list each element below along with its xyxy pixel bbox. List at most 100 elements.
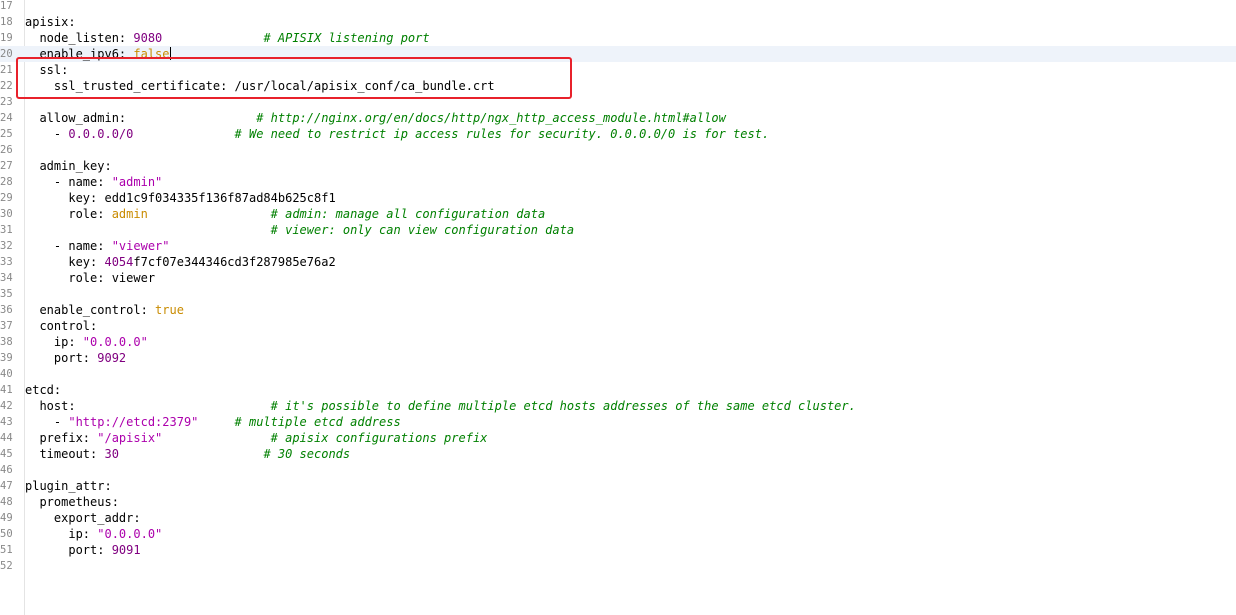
code-line-17[interactable]: 17 (0, 0, 1236, 14)
string-token: "0.0.0.0" (82, 335, 148, 349)
line-number: 48 (0, 496, 13, 508)
code-line-51[interactable]: 51 port: 9091 (0, 542, 1236, 558)
line-content: apisix: (25, 14, 76, 30)
yaml-key-token: port: (25, 543, 112, 557)
comment-token: # apisix configurations prefix (270, 431, 488, 445)
line-content: export_addr: (25, 510, 141, 526)
code-line-22[interactable]: 22 ssl_trusted_certificate: /usr/local/a… (0, 78, 1236, 94)
line-content: ssl: (25, 62, 68, 78)
code-line-23[interactable]: 23 (0, 94, 1236, 110)
code-line-36[interactable]: 36 enable_control: true (0, 302, 1236, 318)
code-line-21[interactable]: 21 ssl: (0, 62, 1236, 78)
code-line-47[interactable]: 47 plugin_attr: (0, 478, 1236, 494)
code-line-38[interactable]: 38 ip: "0.0.0.0" (0, 334, 1236, 350)
line-content: - name: "viewer" (25, 238, 170, 254)
comment-token: # http://nginx.org/en/docs/http/ngx_http… (256, 111, 726, 125)
code-line-29[interactable]: 29 key: edd1c9f034335f136f87ad84b625c8f1 (0, 190, 1236, 206)
line-content: timeout: 30 # 30 seconds (25, 446, 350, 462)
line-number: 25 (0, 128, 13, 140)
yaml-key-token: plugin_attr: (25, 479, 112, 493)
number-token: 30 (104, 447, 119, 461)
code-line-39[interactable]: 39 port: 9092 (0, 350, 1236, 366)
code-line-41[interactable]: 41 etcd: (0, 382, 1236, 398)
string-token: "http://etcd:2379" (68, 415, 199, 429)
line-content: key: 4054f7cf07e344346cd3f287985e76a2 (25, 254, 336, 270)
line-number: 39 (0, 352, 13, 364)
line-number: 42 (0, 400, 13, 412)
line-content: # viewer: only can view configuration da… (25, 222, 574, 238)
line-number: 28 (0, 176, 13, 188)
code-line-45[interactable]: 45 timeout: 30 # 30 seconds (0, 446, 1236, 462)
line-number: 22 (0, 80, 13, 92)
code-line-48[interactable]: 48 prometheus: (0, 494, 1236, 510)
line-number: 52 (0, 560, 13, 572)
yaml-key-token: role: (25, 271, 112, 285)
yaml-key-token: port: (25, 351, 98, 365)
code-line-31[interactable]: 31 # viewer: only can view configuration… (0, 222, 1236, 238)
line-number: 30 (0, 208, 13, 220)
code-line-46[interactable]: 46 (0, 462, 1236, 478)
line-content: host: # it's possible to define multiple… (25, 398, 855, 414)
number-token: 9091 (111, 543, 141, 557)
code-editor[interactable]: 17 18 apisix: 19 node_listen: 9080 # APISIX… (0, 0, 1236, 615)
code-line-49[interactable]: 49 export_addr: (0, 510, 1236, 526)
code-line-27[interactable]: 27 admin_key: (0, 158, 1236, 174)
string-token: "admin" (111, 175, 163, 189)
code-line-44[interactable]: 44 prefix: "/apisix" # apisix configurat… (0, 430, 1236, 446)
yaml-key-token: ssl: (25, 63, 69, 77)
code-line-40[interactable]: 40 (0, 366, 1236, 382)
line-number: 24 (0, 112, 13, 124)
code-line-50[interactable]: 50 ip: "0.0.0.0" (0, 526, 1236, 542)
yaml-key-token: control: (25, 319, 98, 333)
line-content: control: (25, 318, 97, 334)
code-line-25[interactable]: 25 - 0.0.0.0/0 # We need to restrict ip … (0, 126, 1236, 142)
yaml-key-token: node_listen: (25, 31, 134, 45)
yaml-key-token: ip: (25, 335, 83, 349)
line-number: 38 (0, 336, 13, 348)
line-content: prefix: "/apisix" # apisix configuration… (25, 430, 487, 446)
line-content: allow_admin: # http://nginx.org/en/docs/… (25, 110, 726, 126)
code-lines[interactable]: 17 18 apisix: 19 node_listen: 9080 # APISIX… (0, 0, 1236, 574)
yaml-key-token: key: (25, 255, 105, 269)
line-number: 45 (0, 448, 13, 460)
code-line-30[interactable]: 30 role: admin # admin: manage all confi… (0, 206, 1236, 222)
code-line-20[interactable]: 20 enable_ipv6: false (0, 46, 1236, 62)
code-line-24[interactable]: 24 allow_admin: # http://nginx.org/en/do… (0, 110, 1236, 126)
line-number: 50 (0, 528, 13, 540)
code-line-42[interactable]: 42 host: # it's possible to define multi… (0, 398, 1236, 414)
code-line-43[interactable]: 43 - "http://etcd:2379" # multiple etcd … (0, 414, 1236, 430)
comment-token: # 30 seconds (263, 447, 351, 461)
line-number: 41 (0, 384, 13, 396)
code-line-19[interactable]: 19 node_listen: 9080 # APISIX listening … (0, 30, 1236, 46)
text-token: f7cf07e344346cd3f287985e76a2 (133, 255, 336, 269)
code-line-33[interactable]: 33 key: 4054f7cf07e344346cd3f287985e76a2 (0, 254, 1236, 270)
code-line-28[interactable]: 28 - name: "admin" (0, 174, 1236, 190)
line-content: plugin_attr: (25, 478, 112, 494)
line-number: 20 (0, 48, 13, 60)
number-token: 9092 (97, 351, 127, 365)
comment-token: # APISIX listening port (263, 31, 430, 45)
code-line-18[interactable]: 18 apisix: (0, 14, 1236, 30)
text-token: edd1c9f034335f136f87ad84b625c8f1 (104, 191, 336, 205)
number-token: 0.0.0.0/0 (68, 127, 134, 141)
code-line-26[interactable]: 26 (0, 142, 1236, 158)
yaml-key-token: enable_ipv6: (25, 47, 134, 61)
code-line-32[interactable]: 32 - name: "viewer" (0, 238, 1236, 254)
line-content: role: viewer (25, 270, 155, 286)
code-line-37[interactable]: 37 control: (0, 318, 1236, 334)
code-line-34[interactable]: 34 role: viewer (0, 270, 1236, 286)
comment-token: # admin: manage all configuration data (270, 207, 546, 221)
line-number: 29 (0, 192, 13, 204)
yaml-key-token: role: (25, 207, 112, 221)
code-line-35[interactable]: 35 (0, 286, 1236, 302)
code-line-52[interactable]: 52 (0, 558, 1236, 574)
line-number: 44 (0, 432, 13, 444)
line-number: 40 (0, 368, 13, 380)
yaml-key-token: timeout: (25, 447, 105, 461)
line-content: ssl_trusted_certificate: /usr/local/apis… (25, 78, 495, 94)
